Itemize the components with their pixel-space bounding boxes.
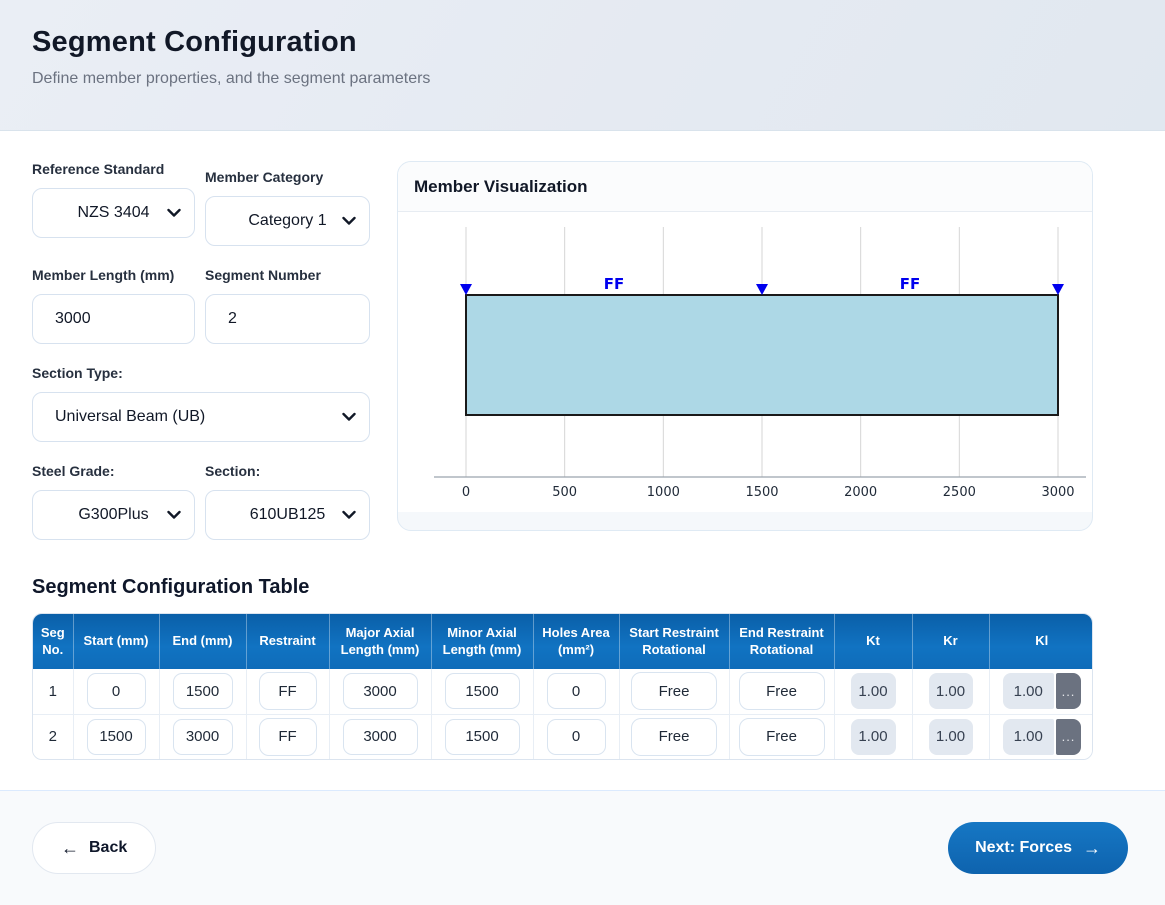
col-seg-no: Seg No. [33, 614, 73, 669]
x-tick-label: 2000 [844, 485, 877, 500]
kl-more-button[interactable]: ... [1056, 673, 1081, 709]
section-select[interactable]: 610UB125 [205, 490, 370, 540]
col-start-restraint-rotational: Start Restraint Rotational [619, 614, 729, 669]
end-input[interactable] [173, 673, 233, 709]
next-button-label: Next: Forces [975, 839, 1072, 857]
start-restraint-rotational-button[interactable]: Free [631, 718, 717, 756]
member-visualization-panel: Member Visualization 0 500 1000 1500 2000 250… [397, 161, 1093, 531]
beam-rect [466, 295, 1058, 415]
end-restraint-rotational-button[interactable]: Free [739, 672, 825, 710]
col-end: End (mm) [159, 614, 246, 669]
section-label: Section: [205, 463, 370, 479]
segment-configuration-table: Seg No. Start (mm) End (mm) Restraint Ma… [32, 613, 1093, 760]
section-value: 610UB125 [250, 506, 326, 524]
kl-input [1003, 673, 1055, 709]
kt-input [851, 719, 896, 755]
section-type-label: Section Type: [32, 365, 370, 381]
next-forces-button[interactable]: Next: Forces → [948, 822, 1128, 874]
member-properties-form: Reference Standard NZS 3404 Member Categ… [32, 161, 370, 561]
section-type-select[interactable]: Universal Beam (UB) [32, 392, 370, 442]
back-button-label: Back [89, 839, 127, 857]
back-button[interactable]: ← Back [32, 822, 156, 874]
segment-restraint-label: FF [900, 275, 921, 293]
kl-more-button[interactable]: ... [1056, 719, 1081, 755]
member-visualization-chart: 0 500 1000 1500 2000 2500 3000 FF FF [398, 212, 1092, 512]
section-type-value: Universal Beam (UB) [55, 408, 205, 426]
steel-grade-value: G300Plus [78, 506, 148, 524]
end-input[interactable] [173, 719, 233, 755]
col-restraint: Restraint [246, 614, 329, 669]
steel-grade-select[interactable]: G300Plus [32, 490, 195, 540]
chevron-down-icon [342, 413, 356, 422]
restraint-arrow-icon [460, 284, 472, 295]
kt-input [851, 673, 896, 709]
start-input[interactable] [87, 673, 146, 709]
segment-table-title: Segment Configuration Table [32, 576, 1093, 599]
x-tick-label: 2500 [943, 485, 976, 500]
reference-standard-value: NZS 3404 [77, 204, 149, 222]
segment-restraint-label: FF [604, 275, 625, 293]
seg-no-cell: 2 [33, 714, 73, 759]
arrow-right-icon: → [1083, 839, 1101, 857]
page-subtitle: Define member properties, and the segmen… [32, 70, 1133, 88]
start-restraint-rotational-button[interactable]: Free [631, 672, 717, 710]
col-start: Start (mm) [73, 614, 159, 669]
member-visualization-chart-area: 0 500 1000 1500 2000 2500 3000 FF FF [398, 212, 1092, 512]
chevron-down-icon [342, 217, 356, 226]
col-kt: Kt [834, 614, 912, 669]
member-length-label: Member Length (mm) [32, 267, 195, 283]
col-holes-area: Holes Area (mm²) [533, 614, 619, 669]
member-category-label: Member Category [205, 169, 370, 185]
minor-axial-length-input[interactable] [445, 673, 520, 709]
seg-no-cell: 1 [33, 669, 73, 714]
restraint-button[interactable]: FF [259, 672, 317, 710]
chevron-down-icon [167, 511, 181, 520]
member-category-value: Category 1 [248, 212, 326, 230]
member-visualization-header: Member Visualization [398, 162, 1092, 212]
major-axial-length-input[interactable] [343, 673, 418, 709]
major-axial-length-input[interactable] [343, 719, 418, 755]
holes-area-input[interactable] [547, 673, 606, 709]
end-restraint-rotational-button[interactable]: Free [739, 718, 825, 756]
member-length-input[interactable] [32, 294, 195, 344]
table-row: 1 FF Free Free ... [33, 669, 1093, 714]
x-tick-label: 3000 [1041, 485, 1074, 500]
main-content: Reference Standard NZS 3404 Member Categ… [0, 131, 1165, 790]
reference-standard-select[interactable]: NZS 3404 [32, 188, 195, 238]
col-minor-axial: Minor Axial Length (mm) [431, 614, 533, 669]
table-header: Seg No. Start (mm) End (mm) Restraint Ma… [33, 614, 1093, 669]
kr-input [929, 719, 973, 755]
col-end-restraint-rotational: End Restraint Rotational [729, 614, 834, 669]
x-tick-label: 0 [462, 485, 470, 500]
chevron-down-icon [342, 511, 356, 520]
col-kr: Kr [912, 614, 989, 669]
col-kl: Kl [989, 614, 1093, 669]
kr-input [929, 673, 973, 709]
table-row: 2 FF Free Free ... [33, 714, 1093, 759]
x-tick-label: 500 [552, 485, 577, 500]
page-header: Segment Configuration Define member prop… [0, 0, 1165, 131]
wizard-footer: ← Back Next: Forces → [0, 790, 1165, 905]
restraint-arrow-icon [1052, 284, 1064, 295]
kl-input [1003, 719, 1055, 755]
holes-area-input[interactable] [547, 719, 606, 755]
segment-number-label: Segment Number [205, 267, 370, 283]
member-category-select[interactable]: Category 1 [205, 196, 370, 246]
restraint-arrow-icon [756, 284, 768, 295]
reference-standard-label: Reference Standard [32, 161, 195, 177]
segment-number-input[interactable] [205, 294, 370, 344]
steel-grade-label: Steel Grade: [32, 463, 195, 479]
arrow-left-icon: ← [61, 839, 79, 857]
col-major-axial: Major Axial Length (mm) [329, 614, 431, 669]
chevron-down-icon [167, 209, 181, 218]
member-visualization-title: Member Visualization [414, 177, 588, 197]
restraint-button[interactable]: FF [259, 718, 317, 756]
page-title: Segment Configuration [32, 26, 1133, 59]
x-tick-label: 1500 [745, 485, 778, 500]
x-tick-label: 1000 [647, 485, 680, 500]
start-input[interactable] [87, 719, 146, 755]
minor-axial-length-input[interactable] [445, 719, 520, 755]
